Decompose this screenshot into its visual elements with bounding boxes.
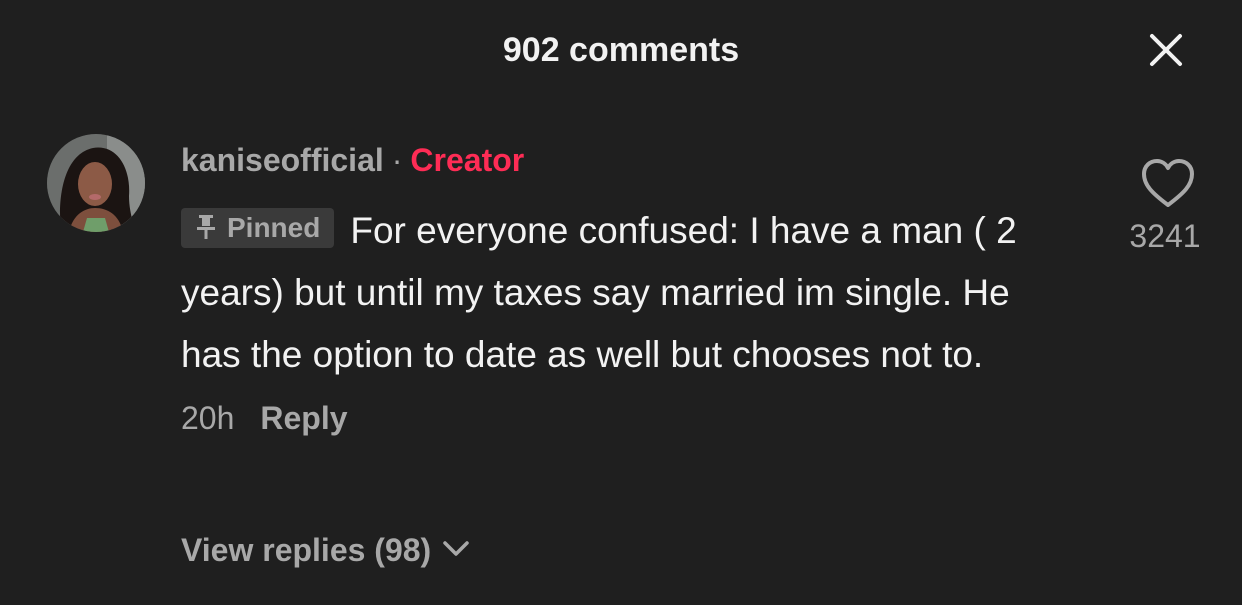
pin-icon xyxy=(197,215,215,239)
heart-icon xyxy=(1142,159,1194,207)
profile-photo xyxy=(47,134,145,232)
comment-meta: kaniseofficial · Creator xyxy=(181,138,1081,182)
avatar[interactable] xyxy=(47,134,145,232)
reply-button[interactable]: Reply xyxy=(260,400,347,436)
creator-badge: Creator xyxy=(410,142,525,178)
comment-footer: 20h Reply xyxy=(181,396,1081,440)
username[interactable]: kaniseofficial xyxy=(181,142,384,178)
pinned-badge: Pinned xyxy=(181,208,335,248)
comments-count-title: 902 comments xyxy=(502,31,740,69)
view-replies-label: View replies (98) xyxy=(181,532,432,568)
close-button[interactable] xyxy=(1146,30,1186,70)
chevron-down-icon xyxy=(443,541,469,556)
close-icon xyxy=(1150,34,1182,66)
separator-dot: · xyxy=(391,142,403,178)
comment-item: kaniseofficial · Creator Pinned For everyon… xyxy=(181,138,1081,440)
comment-body: Pinned For everyone confused: I have a ma… xyxy=(181,200,1051,386)
view-replies-button[interactable]: View replies (98) xyxy=(181,528,471,572)
like-count: 3241 xyxy=(1129,218,1201,254)
like-button[interactable] xyxy=(1138,155,1198,211)
pinned-label: Pinned xyxy=(227,212,321,243)
comment-timestamp: 20h xyxy=(181,400,235,436)
